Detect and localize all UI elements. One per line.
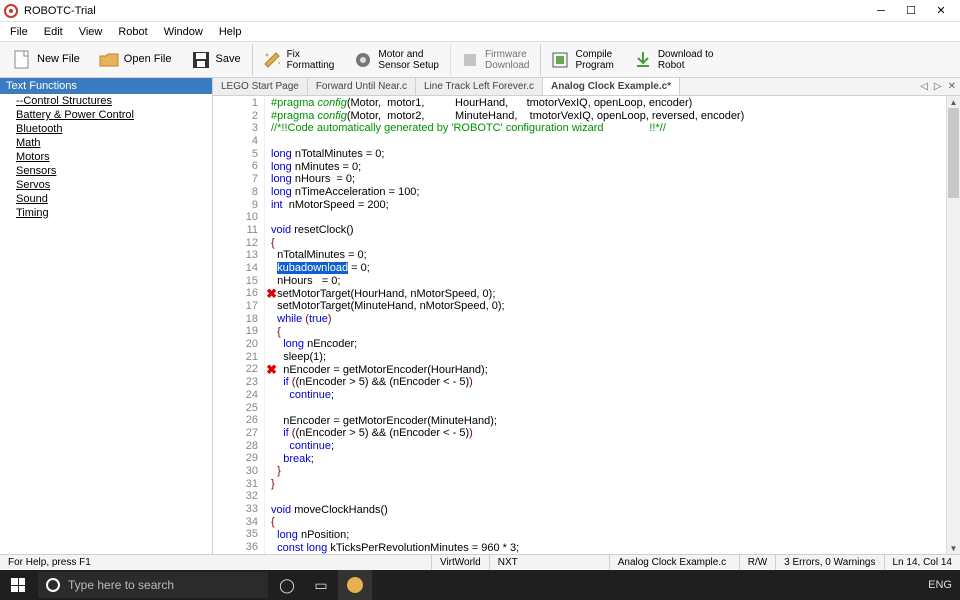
windows-icon <box>11 578 25 592</box>
minimize-button[interactable]: ─ <box>866 1 896 21</box>
menu-edit[interactable]: Edit <box>36 24 71 40</box>
save-icon <box>190 49 212 71</box>
tab-close-icon[interactable]: ✕ <box>948 81 956 92</box>
cortana-icon[interactable]: ◯ <box>270 570 304 600</box>
editor-tab[interactable]: Line Track Left Forever.c <box>416 78 543 95</box>
error-marker-icon[interactable]: ✖ <box>266 362 277 378</box>
fix-formatting-label: Fix Formatting <box>287 49 335 71</box>
status-help: For Help, press F1 <box>0 555 432 570</box>
status-filename: Analog Clock Example.c <box>610 555 740 570</box>
scroll-thumb[interactable] <box>948 108 959 198</box>
vertical-scrollbar[interactable]: ▲ ▼ <box>946 96 960 554</box>
new-file-icon <box>11 49 33 71</box>
gear-icon <box>352 49 374 71</box>
save-button[interactable]: Save <box>183 44 248 76</box>
scroll-down-icon[interactable]: ▼ <box>947 542 960 554</box>
search-placeholder: Type here to search <box>68 578 174 592</box>
taskbar-app-robotc[interactable] <box>338 570 372 600</box>
taskbar: Type here to search ◯ ▭ ENG <box>0 570 960 600</box>
motor-sensor-label: Motor and Sensor Setup <box>378 49 439 71</box>
download-label: Download to Robot <box>658 49 714 71</box>
toolbar: New File Open File Save Fix Formatting M… <box>0 42 960 78</box>
editor-tab[interactable]: Analog Clock Example.c* <box>543 78 680 95</box>
title-bar: ROBOTC-Trial ─ ☐ ✕ <box>0 0 960 22</box>
maximize-button[interactable]: ☐ <box>896 1 926 21</box>
code-area[interactable]: #pragma config(Motor, motor1, HourHand, … <box>265 96 946 554</box>
taskbar-search[interactable]: Type here to search <box>38 572 268 598</box>
sidebar-item[interactable]: Bluetooth <box>0 122 212 136</box>
menu-view[interactable]: View <box>71 24 111 40</box>
status-nxt: NXT <box>490 555 610 570</box>
save-label: Save <box>216 53 241 65</box>
sidebar-item[interactable]: Timing <box>0 206 212 220</box>
new-file-button[interactable]: New File <box>4 44 87 76</box>
sidebar: Text Functions --Control StructuresBatte… <box>0 78 213 554</box>
sidebar-header: Text Functions <box>0 78 212 94</box>
window-title: ROBOTC-Trial <box>24 5 866 17</box>
firmware-download-button[interactable]: Firmware Download <box>450 44 536 76</box>
open-file-label: Open File <box>124 53 172 65</box>
line-gutter: 12345678910111213141516✖171819202122✖232… <box>213 96 265 554</box>
start-button[interactable] <box>0 570 36 600</box>
search-icon <box>46 578 60 592</box>
status-virtworld: VirtWorld <box>432 555 490 570</box>
scroll-up-icon[interactable]: ▲ <box>947 96 960 108</box>
chip-icon <box>459 49 481 71</box>
editor-tab[interactable]: Forward Until Near.c <box>308 78 416 95</box>
status-rw: R/W <box>740 555 776 570</box>
editor-tabs: LEGO Start PageForward Until Near.cLine … <box>213 78 960 96</box>
open-file-button[interactable]: Open File <box>91 44 179 76</box>
app-icon <box>4 4 18 18</box>
menu-bar: FileEditViewRobotWindowHelp <box>0 22 960 42</box>
sidebar-item[interactable]: Servos <box>0 178 212 192</box>
menu-window[interactable]: Window <box>156 24 211 40</box>
menu-help[interactable]: Help <box>211 24 250 40</box>
close-button[interactable]: ✕ <box>926 1 956 21</box>
menu-robot[interactable]: Robot <box>110 24 155 40</box>
status-errors: 3 Errors, 0 Warnings <box>776 555 884 570</box>
fix-formatting-button[interactable]: Fix Formatting <box>252 44 342 76</box>
taskbar-lang[interactable]: ENG <box>920 579 960 591</box>
sidebar-item[interactable]: --Control Structures <box>0 94 212 108</box>
status-bar: For Help, press F1 VirtWorld NXT Analog … <box>0 554 960 570</box>
download-icon <box>632 49 654 71</box>
download-robot-button[interactable]: Download to Robot <box>625 44 721 76</box>
folder-open-icon <box>98 49 120 71</box>
error-marker-icon[interactable]: ✖ <box>266 286 277 302</box>
editor-tab[interactable]: LEGO Start Page <box>213 78 308 95</box>
sidebar-item[interactable]: Sound <box>0 192 212 206</box>
new-file-label: New File <box>37 53 80 65</box>
sidebar-item[interactable]: Sensors <box>0 164 212 178</box>
tab-next-icon[interactable]: ▷ <box>934 81 942 92</box>
status-cursor: Ln 14, Col 14 <box>885 555 960 570</box>
compile-icon <box>549 49 571 71</box>
menu-file[interactable]: File <box>2 24 36 40</box>
firmware-label: Firmware Download <box>485 49 529 71</box>
sidebar-item[interactable]: Battery & Power Control <box>0 108 212 122</box>
tab-prev-icon[interactable]: ◁ <box>920 81 928 92</box>
sidebar-item[interactable]: Motors <box>0 150 212 164</box>
wand-icon <box>261 49 283 71</box>
sidebar-item[interactable]: Math <box>0 136 212 150</box>
motor-sensor-button[interactable]: Motor and Sensor Setup <box>345 44 446 76</box>
compile-label: Compile Program <box>575 49 613 71</box>
taskview-icon[interactable]: ▭ <box>304 570 338 600</box>
compile-button[interactable]: Compile Program <box>540 44 620 76</box>
